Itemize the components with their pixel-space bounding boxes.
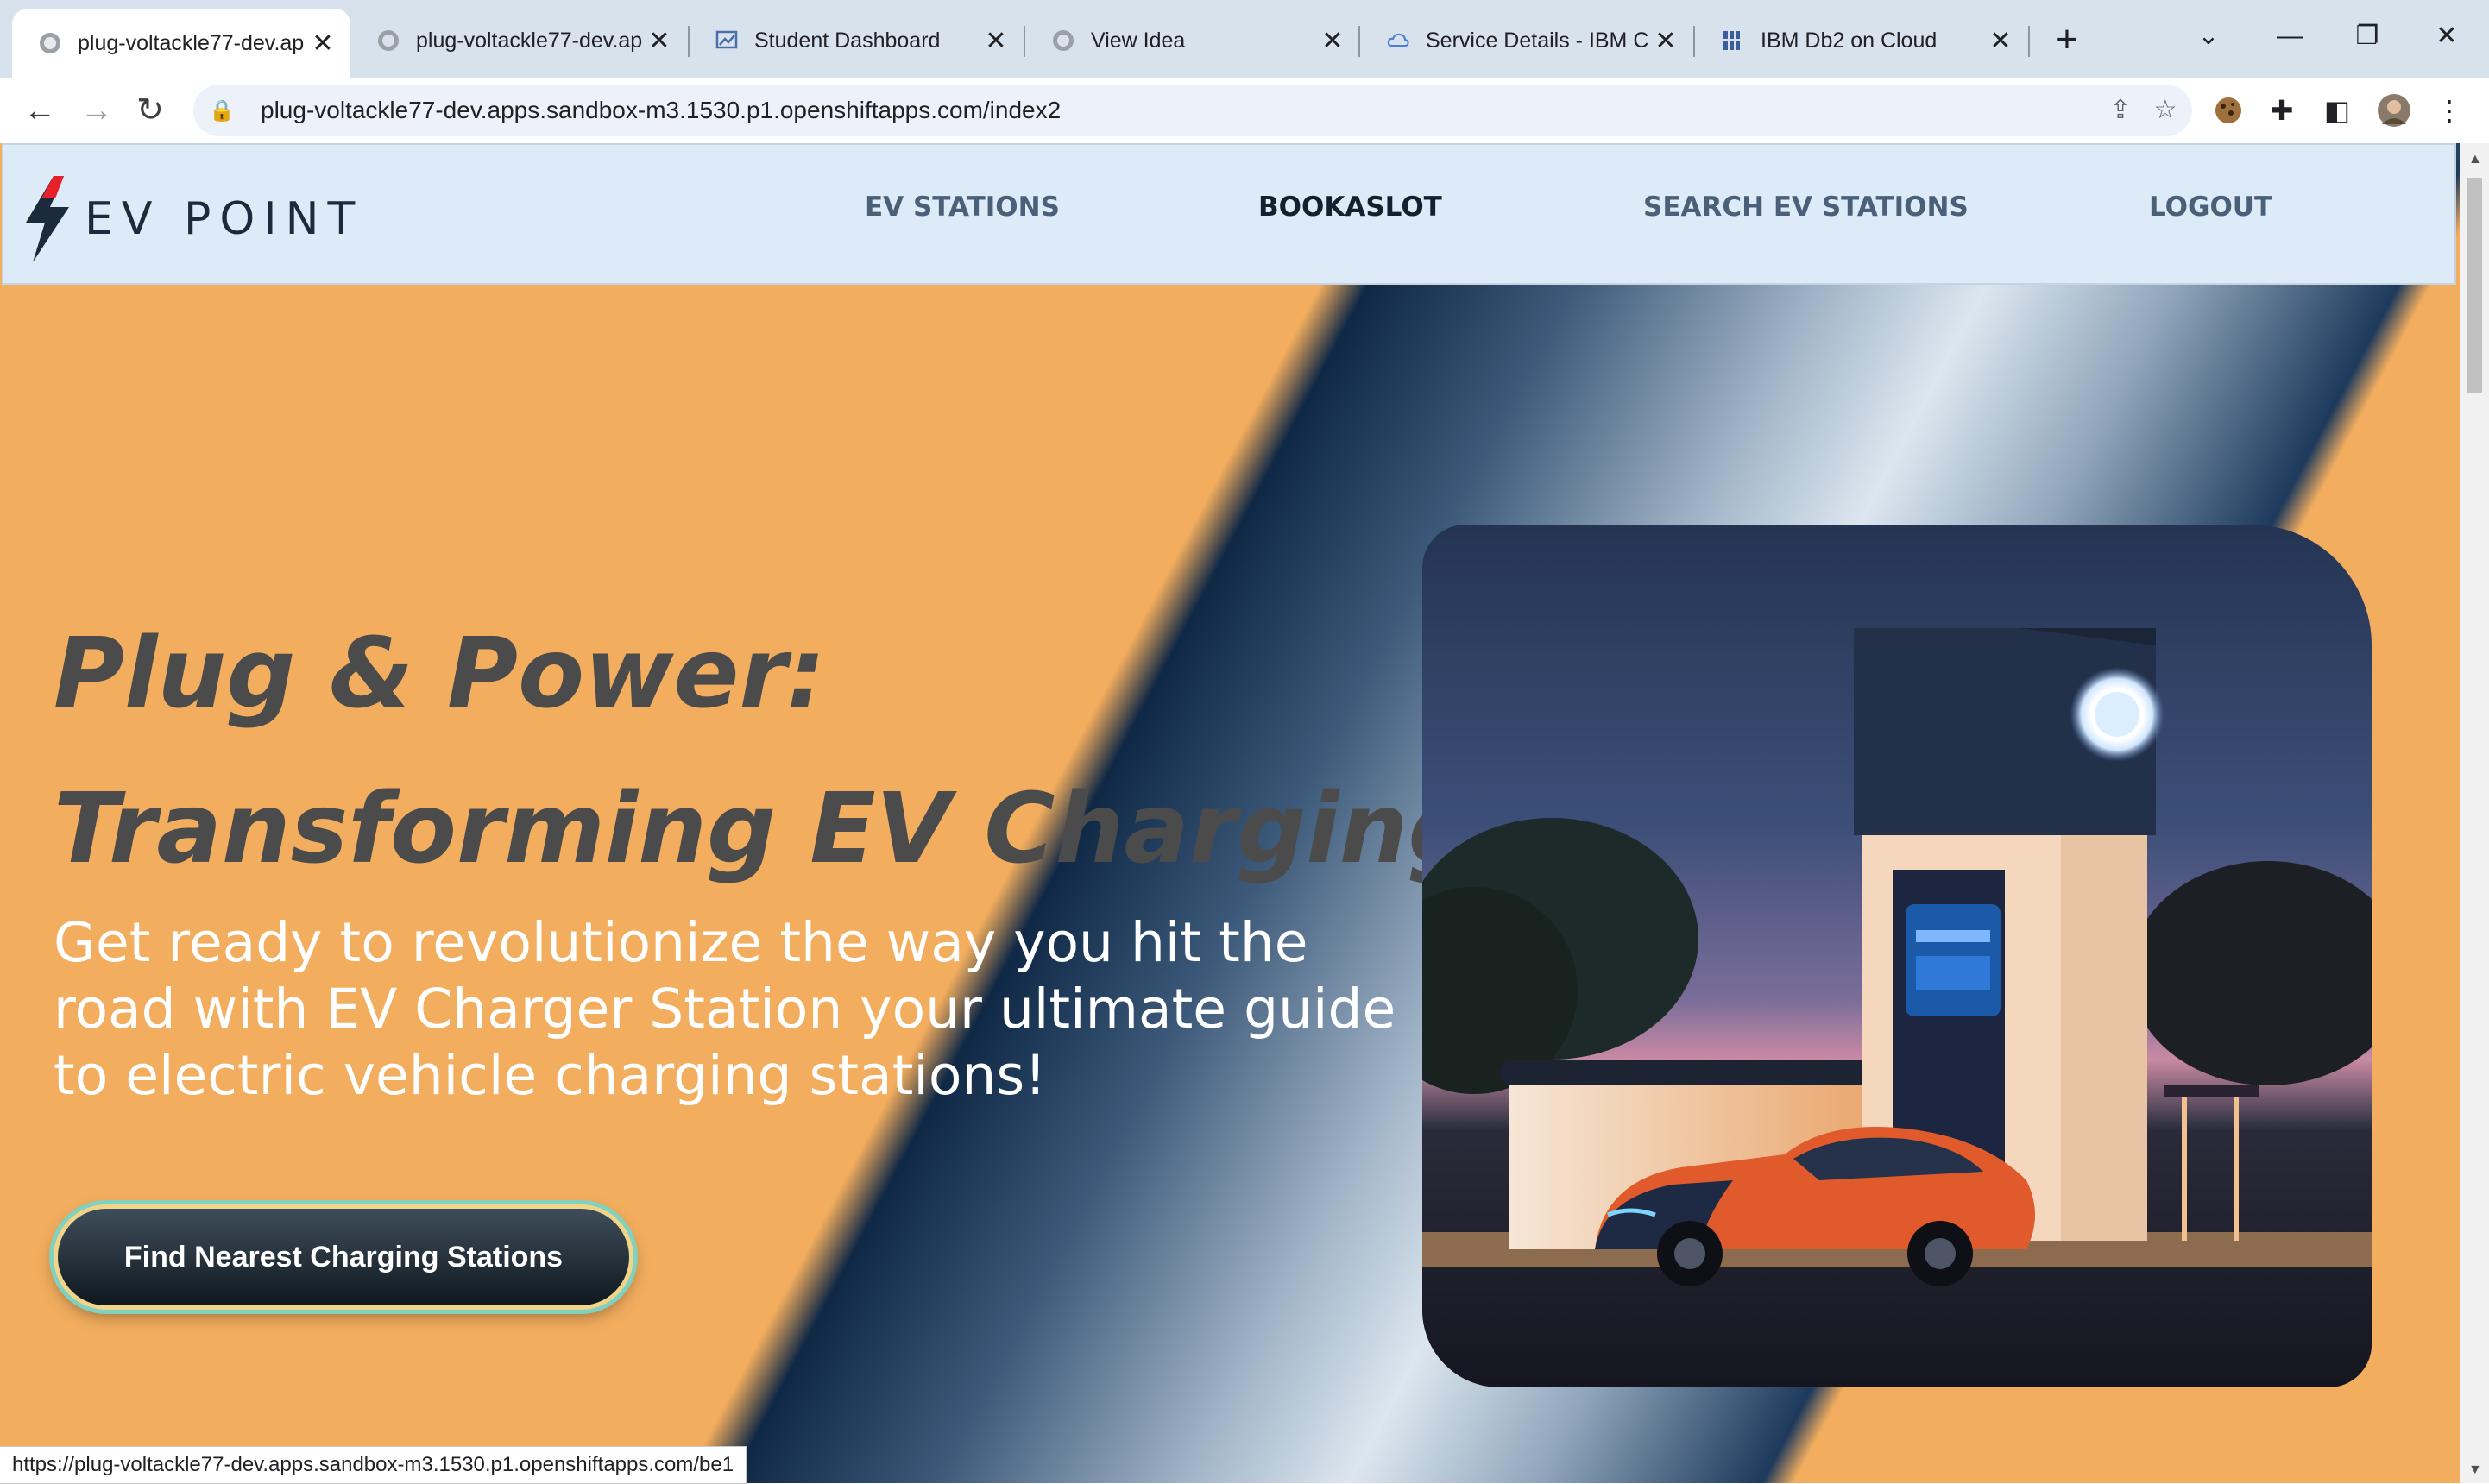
dashboard-icon bbox=[715, 30, 738, 49]
minimize-icon[interactable]: — bbox=[2259, 10, 2320, 62]
forward-icon[interactable]: → bbox=[72, 88, 121, 133]
extensions-puzzle-icon[interactable]: ✚ bbox=[2261, 90, 2303, 131]
nav-search-ev-stations[interactable]: SEARCH EV STATIONS bbox=[1643, 192, 1969, 223]
browser-tab-1[interactable]: plug-voltackle77-dev.ap ✕ bbox=[12, 9, 350, 78]
tab-separator bbox=[2028, 26, 2030, 57]
find-nearest-stations-button[interactable]: Find Nearest Charging Stations bbox=[54, 1204, 633, 1310]
browser-tab-2[interactable]: plug-voltackle77-dev.ap ✕ bbox=[350, 12, 687, 69]
close-tab-icon[interactable]: ✕ bbox=[1985, 26, 2016, 56]
site-navbar: EV POINT EV STATIONS BOOKASLOT SEARCH EV… bbox=[2, 143, 2456, 285]
globe-icon bbox=[378, 30, 399, 51]
close-tab-icon[interactable]: ✕ bbox=[1650, 26, 1681, 56]
close-tab-icon[interactable]: ✕ bbox=[980, 26, 1011, 56]
browser-tab-6[interactable]: IBM Db2 on Cloud ✕ bbox=[1695, 12, 2028, 69]
tab-search-icon[interactable]: ⌄ bbox=[2178, 10, 2239, 62]
tab-title: IBM Db2 on Cloud bbox=[1761, 28, 1938, 53]
scrollbar-thumb[interactable] bbox=[2467, 178, 2482, 393]
link-status-bubble: https://plug-voltackle77-dev.apps.sandbo… bbox=[0, 1446, 747, 1484]
reload-icon[interactable]: ↻ bbox=[126, 88, 174, 133]
db2-icon bbox=[1723, 31, 1740, 50]
browser-tab-3[interactable]: Student Dashboard ✕ bbox=[689, 12, 1024, 69]
profile-avatar[interactable] bbox=[2373, 90, 2415, 131]
charging-station-illustration bbox=[1422, 628, 2372, 1387]
hero-headline-line2: Transforming EV Charging bbox=[54, 773, 1478, 885]
hero-headline-line1: Plug & Power: bbox=[54, 618, 826, 730]
share-icon[interactable]: ⇪ bbox=[2101, 91, 2140, 129]
browser-toolbar: ← → ↻ 🔒 plug-voltackle77-dev.apps.sandbo… bbox=[0, 78, 2489, 145]
close-tab-icon[interactable]: ✕ bbox=[644, 26, 675, 56]
nav-bookaslot[interactable]: BOOKASLOT bbox=[1258, 192, 1442, 223]
page-viewport: EV POINT EV STATIONS BOOKASLOT SEARCH EV… bbox=[0, 143, 2460, 1483]
tab-title: plug-voltackle77-dev.ap bbox=[416, 28, 643, 53]
tab-strip: plug-voltackle77-dev.ap ✕ plug-voltackle… bbox=[0, 0, 2489, 78]
ev-charging-station-image bbox=[1422, 525, 2372, 1387]
restore-icon[interactable]: ❐ bbox=[2337, 10, 2398, 62]
nav-ev-stations[interactable]: EV STATIONS bbox=[865, 192, 1060, 223]
browser-tab-4[interactable]: View Idea ✕ bbox=[1025, 12, 1360, 69]
page-scrollbar[interactable]: ▲ ▼ bbox=[2460, 143, 2489, 1483]
side-panel-icon[interactable]: ◧ bbox=[2316, 90, 2358, 131]
logo-text: EV POINT bbox=[85, 193, 364, 245]
cookie-extension-icon[interactable] bbox=[2208, 90, 2249, 131]
tab-title: Service Details - IBM Clo bbox=[1426, 28, 1650, 53]
back-icon[interactable]: ← bbox=[16, 88, 64, 133]
tab-title: Student Dashboard bbox=[754, 28, 941, 53]
nav-logout[interactable]: LOGOUT bbox=[2149, 192, 2272, 223]
tab-title: View Idea bbox=[1091, 28, 1186, 53]
site-logo[interactable]: EV POINT bbox=[21, 176, 363, 262]
close-tab-icon[interactable]: ✕ bbox=[307, 28, 338, 59]
bookmark-star-icon[interactable]: ☆ bbox=[2146, 91, 2185, 129]
hero-section: EV POINT EV STATIONS BOOKASLOT SEARCH EV… bbox=[0, 143, 2460, 1483]
cloud-icon bbox=[1387, 33, 1409, 47]
close-window-icon[interactable]: ✕ bbox=[2417, 10, 2477, 62]
globe-icon bbox=[1053, 30, 1074, 51]
lock-icon[interactable]: 🔒 bbox=[209, 98, 243, 123]
url-text: plug-voltackle77-dev.apps.sandbox-m3.153… bbox=[261, 97, 1062, 123]
browser-tab-5[interactable]: Service Details - IBM Clo ✕ bbox=[1360, 12, 1693, 69]
new-tab-button[interactable]: + bbox=[2045, 16, 2089, 64]
close-tab-icon[interactable]: ✕ bbox=[1317, 26, 1348, 56]
browser-menu-icon[interactable]: ⋮ bbox=[2429, 90, 2470, 131]
tab-title: plug-voltackle77-dev.ap bbox=[78, 30, 305, 55]
address-bar[interactable]: 🔒 plug-voltackle77-dev.apps.sandbox-m3.1… bbox=[193, 85, 2192, 136]
globe-icon bbox=[40, 33, 60, 53]
lightning-bolt-icon bbox=[26, 176, 69, 262]
scroll-up-arrow-icon[interactable]: ▲ bbox=[2468, 152, 2482, 167]
scroll-down-arrow-icon[interactable]: ▼ bbox=[2468, 1462, 2482, 1478]
hero-subtext: Get ready to revolutionize the way you h… bbox=[54, 911, 1396, 1107]
